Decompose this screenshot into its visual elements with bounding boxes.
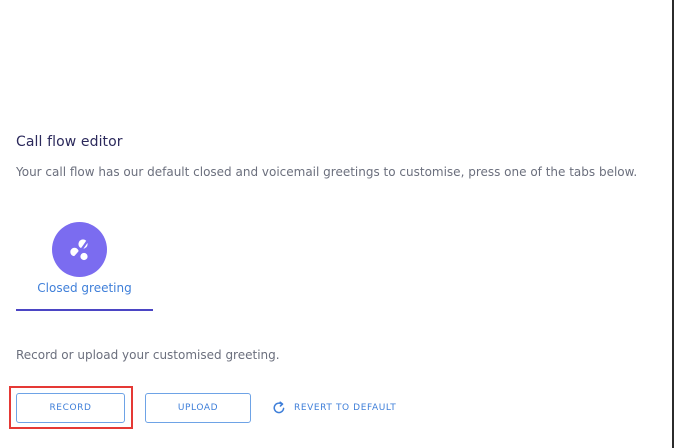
- closed-greeting-icon: [52, 222, 107, 277]
- record-button[interactable]: RECORD: [16, 393, 125, 423]
- greeting-instruction: Record or upload your customised greetin…: [16, 348, 280, 362]
- tab-label: Closed greeting: [37, 281, 132, 295]
- active-tab-indicator: [16, 309, 153, 311]
- refresh-icon: [272, 401, 286, 415]
- call-flow-editor-page: Call flow editor Your call flow has our …: [0, 0, 674, 448]
- revert-to-default-button[interactable]: REVERT TO DEFAULT: [272, 399, 396, 417]
- revert-label: REVERT TO DEFAULT: [294, 403, 397, 413]
- page-title: Call flow editor: [16, 134, 123, 150]
- tab-closed-greeting[interactable]: Closed greeting: [16, 216, 153, 312]
- upload-button[interactable]: UPLOAD: [145, 393, 251, 423]
- page-subtitle: Your call flow has our default closed an…: [16, 165, 638, 179]
